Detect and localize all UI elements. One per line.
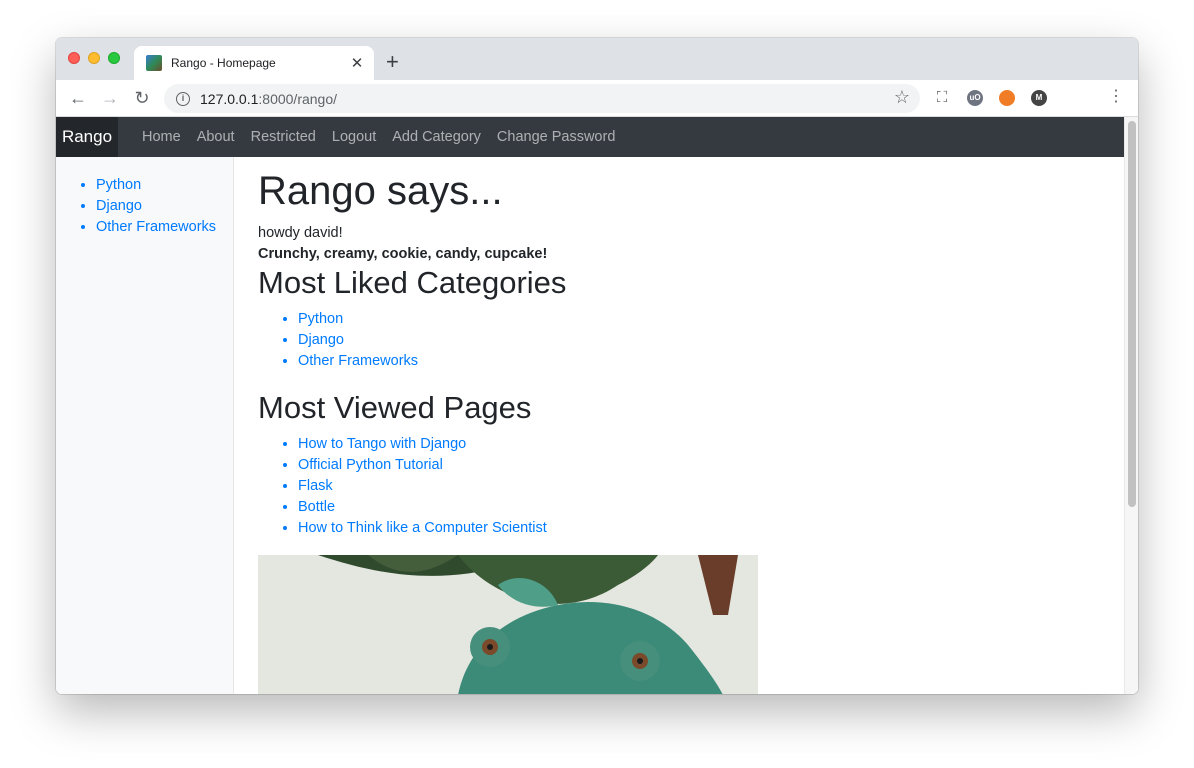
- shield-extension-icon[interactable]: uO: [967, 90, 983, 106]
- nav-logout-link[interactable]: Logout: [332, 129, 376, 145]
- viewed-item-tango[interactable]: How to Tango with Django: [298, 434, 547, 455]
- nav-restricted-link[interactable]: Restricted: [251, 129, 316, 145]
- sidebar-item-django[interactable]: Django: [96, 196, 216, 217]
- most-viewed-heading: Most Viewed Pages: [258, 390, 532, 425]
- greeting-text: howdy david!: [258, 225, 343, 241]
- most-liked-list: Python Django Other Frameworks: [298, 309, 418, 372]
- viewed-item-python-tutorial[interactable]: Official Python Tutorial: [298, 455, 547, 476]
- tab-title: Rango - Homepage: [171, 56, 276, 70]
- nav-add-category-link[interactable]: Add Category: [392, 129, 481, 145]
- rango-favicon-icon: [146, 55, 162, 71]
- close-tab-icon[interactable]: ✕: [346, 54, 368, 72]
- most-liked-heading: Most Liked Categories: [258, 265, 567, 300]
- scrollbar-thumb[interactable]: [1128, 121, 1136, 507]
- close-window-button[interactable]: [68, 52, 80, 64]
- brand-link[interactable]: Rango: [56, 117, 118, 157]
- most-viewed-list: How to Tango with Django Official Python…: [298, 434, 547, 539]
- url-path: :8000/rango/: [258, 90, 338, 107]
- nav-change-password-link[interactable]: Change Password: [497, 129, 616, 145]
- nav-home-link[interactable]: Home: [142, 129, 181, 145]
- page-title: Rango says...: [258, 169, 503, 213]
- m-extension-icon[interactable]: M: [1031, 90, 1047, 106]
- nav-about-link[interactable]: About: [197, 129, 235, 145]
- viewed-item-bottle[interactable]: Bottle: [298, 497, 547, 518]
- viewed-item-flask[interactable]: Flask: [298, 476, 547, 497]
- tab-strip: Rango - Homepage ✕ +: [56, 38, 1138, 80]
- browser-toolbar: ← → ↻ i 127.0.0.1:8000/rango/ ☆ ⛶ uO M ⋮: [56, 80, 1138, 117]
- liked-item-django[interactable]: Django: [298, 330, 418, 351]
- window-controls: [68, 52, 120, 64]
- forward-arrow-icon[interactable]: →: [98, 87, 122, 109]
- liked-item-python[interactable]: Python: [298, 309, 418, 330]
- site-navbar: Rango Home About Restricted Logout Add C…: [56, 117, 1124, 157]
- page-scrollbar[interactable]: [1124, 117, 1138, 694]
- shield-extension-label: uO: [969, 93, 981, 102]
- url-host: 127.0.0.1: [200, 90, 259, 107]
- m-extension-label: M: [1035, 93, 1043, 102]
- sidebar-item-other-frameworks[interactable]: Other Frameworks: [96, 217, 216, 238]
- nav-links: Home About Restricted Logout Add Categor…: [142, 117, 631, 157]
- category-sidebar: Python Django Other Frameworks: [56, 157, 234, 694]
- back-arrow-icon[interactable]: ←: [66, 87, 90, 109]
- site-info-icon[interactable]: i: [176, 91, 190, 106]
- sidebar-item-python[interactable]: Python: [96, 175, 216, 196]
- address-bar[interactable]: i 127.0.0.1:8000/rango/ ☆: [164, 84, 920, 113]
- minimize-window-button[interactable]: [88, 52, 100, 64]
- new-tab-button[interactable]: +: [386, 50, 399, 74]
- url-text: 127.0.0.1:8000/rango/: [200, 91, 337, 107]
- sidebar-category-list: Python Django Other Frameworks: [96, 175, 216, 238]
- browser-window: Rango - Homepage ✕ + ← → ↻ i 127.0.0.1:8…: [56, 38, 1138, 694]
- viewed-item-think-like-cs[interactable]: How to Think like a Computer Scientist: [298, 518, 547, 539]
- orange-extension-icon[interactable]: [999, 90, 1015, 106]
- liked-item-other-frameworks[interactable]: Other Frameworks: [298, 351, 418, 372]
- reload-icon[interactable]: ↻: [130, 87, 154, 109]
- tab-rango-homepage[interactable]: Rango - Homepage ✕: [134, 46, 374, 80]
- page-viewport: Rango Home About Restricted Logout Add C…: [56, 117, 1138, 694]
- slogan-text: Crunchy, creamy, cookie, candy, cupcake!: [258, 246, 548, 262]
- bookmark-star-icon[interactable]: ☆: [894, 87, 910, 108]
- screen-capture-icon[interactable]: ⛶: [930, 87, 954, 109]
- kebab-menu-icon[interactable]: ⋮: [1108, 88, 1124, 106]
- rango-chameleon-image: [258, 555, 758, 694]
- maximize-window-button[interactable]: [108, 52, 120, 64]
- chameleon-illustration: [258, 555, 758, 694]
